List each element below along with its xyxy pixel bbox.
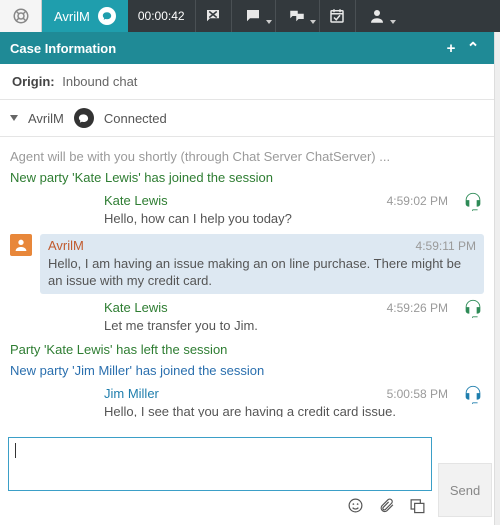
chat-action-1-button[interactable] [231,0,275,32]
message-time: 4:59:02 PM [387,194,448,208]
sender-name: Kate Lewis [104,300,168,315]
add-case-icon[interactable]: + [440,40,462,57]
message-time: 5:00:58 PM [387,387,448,401]
chat-action-2-button[interactable] [275,0,319,32]
emoji-icon[interactable] [347,497,364,517]
active-chat-tab[interactable]: AvrilM [42,0,128,32]
status-state: Connected [104,111,167,126]
origin-value: Inbound chat [62,74,137,89]
call-timer: 00:00:42 [128,0,195,32]
send-button[interactable]: Send [438,463,492,517]
collapse-case-icon[interactable]: ⌃ [462,39,484,57]
message-text: Hello, how can I help you today? [104,210,450,228]
compose-tools [8,491,432,517]
schedule-button[interactable] [319,0,355,32]
message-text: Hello, I am having an issue making an on… [48,255,476,290]
message-input[interactable] [8,437,432,491]
system-message: Agent will be with you shortly (through … [10,149,484,164]
message-time: 4:59:11 PM [416,239,476,253]
toolbar-actions [195,0,399,32]
chevron-down-icon [10,115,18,121]
party-join-event: New party 'Kate Lewis' has joined the se… [10,170,484,185]
chat-tab-user: AvrilM [54,9,90,24]
participants-button[interactable] [355,0,399,32]
agent-avatar-icon [10,234,32,256]
customer-headset-icon [462,384,484,406]
chat-message: Jim Miller 5:00:58 PM Hello, I see that y… [10,384,484,417]
status-user: AvrilM [28,111,64,126]
sender-name: Jim Miller [104,386,159,401]
attachment-icon[interactable] [378,497,395,517]
sender-name: AvrilM [48,238,84,253]
lifesaver-icon[interactable] [0,0,42,32]
chat-message: Kate Lewis 4:59:26 PM Let me transfer you… [10,298,484,337]
connection-status-row[interactable]: AvrilM Connected [0,100,494,137]
top-toolbar: AvrilM 00:00:42 [0,0,500,32]
message-time: 4:59:26 PM [387,301,448,315]
case-info-header[interactable]: Case Information + ⌃ [0,32,494,64]
end-chat-button[interactable] [195,0,231,32]
compose-area: Send [8,437,492,517]
message-text: Hello, I see that you are having a credi… [104,403,450,417]
chat-transcript: Agent will be with you shortly (through … [0,137,494,417]
party-left-event: Party 'Kate Lewis' has left the session [10,342,484,357]
case-info-title: Case Information [10,41,116,56]
customer-headset-icon [462,298,484,320]
chat-message: Kate Lewis 4:59:02 PM Hello, how can I he… [10,191,484,230]
chat-status-icon [74,108,94,128]
case-origin-row: Origin: Inbound chat [0,64,494,100]
sender-name: Kate Lewis [104,193,168,208]
party-join-event: New party 'Jim Miller' has joined the se… [10,363,484,378]
message-text: Let me transfer you to Jim. [104,317,450,335]
origin-label: Origin: [12,74,55,89]
url-share-icon[interactable] [409,497,426,517]
chat-bubble-icon [98,7,116,25]
chat-message: AvrilM 4:59:11 PM Hello, I am having an i… [10,234,484,294]
customer-headset-icon [462,191,484,213]
right-side-strip [494,32,500,525]
